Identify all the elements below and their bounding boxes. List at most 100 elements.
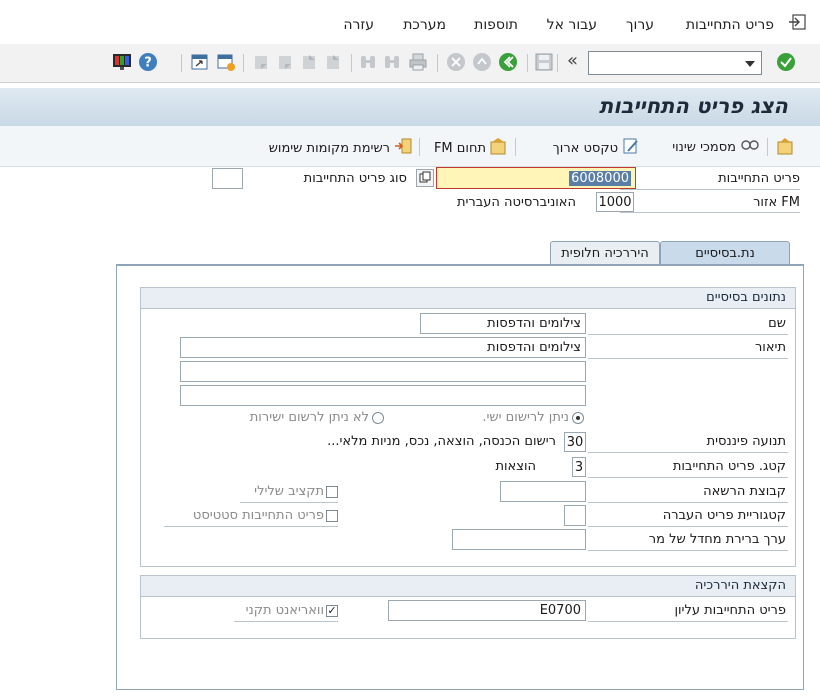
- radio-direct-posting-label: ניתן לרישום ישי.: [482, 410, 569, 425]
- statistical-item-box: [326, 509, 338, 522]
- enter-check-icon[interactable]: [776, 52, 796, 72]
- radio-direct-posting-indicator: [572, 411, 584, 424]
- menu-system[interactable]: מערכת: [403, 17, 446, 33]
- basic-data-group-header: [141, 288, 795, 309]
- description-label: תיאור: [754, 340, 786, 355]
- fm-area-value: 1000: [598, 194, 632, 210]
- commitment-item-type-label: סוג פריט התחייבות: [303, 171, 407, 186]
- tab-basic-data-label: נת.בסיסיים: [695, 246, 755, 261]
- default-value-input[interactable]: [452, 529, 586, 550]
- label-underline: [588, 452, 788, 453]
- menu-edit[interactable]: ערוך: [626, 17, 654, 33]
- save-icon[interactable]: [534, 52, 554, 72]
- page-title: הצג פריט התחייבות: [599, 94, 788, 118]
- name-label: שם: [768, 316, 786, 331]
- default-value-label: ערך ברירת מחדל של מר: [648, 532, 786, 547]
- description-input-line3[interactable]: [180, 385, 586, 406]
- statistical-item-label: פריט התחייבות סטטיסט: [192, 508, 324, 523]
- exit-menu-icon[interactable]: [788, 14, 806, 30]
- change-documents-label: מסמכי שינוי: [672, 139, 736, 155]
- authorization-group-input[interactable]: [500, 481, 586, 502]
- commitment-item-type-input[interactable]: [212, 168, 243, 189]
- last-page-icon[interactable]: [252, 52, 272, 72]
- tab-alt-hierarchy-label: היררכיה חלופית: [561, 246, 649, 261]
- collapse-toolbar-icon[interactable]: «: [567, 50, 578, 71]
- item-category-input[interactable]: 3: [572, 457, 586, 477]
- hierarchy-group-title: הקצאת היררכיה: [694, 578, 786, 593]
- superior-item-input[interactable]: E0700: [388, 600, 586, 621]
- previous-page-icon[interactable]: [300, 52, 320, 72]
- toolbar-separator: [515, 138, 516, 156]
- command-dropdown-icon[interactable]: [744, 58, 756, 68]
- help-icon[interactable]: ?: [138, 52, 158, 72]
- toolbar-separator: [351, 54, 352, 72]
- where-used-list-button[interactable]: רשימת מקומות שימוש: [269, 137, 412, 159]
- fm-area-label: תחום FM: [433, 140, 486, 156]
- superior-item-label: פריט התחייבות עליון: [674, 603, 786, 618]
- next-page-icon[interactable]: [276, 52, 296, 72]
- tab-alternative-hierarchy[interactable]: היררכיה חלופית: [550, 241, 660, 265]
- label-underline: [588, 502, 788, 503]
- menu-extras[interactable]: תוספות: [474, 17, 518, 33]
- long-text-label: טקסט ארוך: [552, 140, 618, 156]
- change-documents-button[interactable]: מסמכי שינוי: [672, 137, 760, 157]
- transfer-category-label: קטגוריית פריט העברה: [662, 508, 786, 523]
- customize-layout-icon[interactable]: [112, 52, 132, 72]
- standard-variant-checkbox[interactable]: ✓ וואריאנט תקני: [246, 603, 338, 618]
- cancel-icon[interactable]: [446, 52, 466, 72]
- exit-icon[interactable]: [472, 52, 492, 72]
- name-input[interactable]: צילומים והדפסות: [420, 313, 586, 334]
- copy-icon[interactable]: [416, 169, 434, 187]
- name-value: צילומים והדפסות: [487, 316, 581, 331]
- shortcut-icon[interactable]: [190, 52, 210, 72]
- fm-area-name: האוניברסיטה העברית: [456, 195, 576, 210]
- find-next-icon[interactable]: [358, 52, 378, 72]
- transfer-category-input[interactable]: [564, 505, 586, 526]
- standard-variant-label: וואריאנט תקני: [245, 603, 324, 618]
- item-category-label: קטג. פריט התחייבות: [672, 459, 786, 474]
- superior-item-value: E0700: [539, 603, 581, 618]
- menu-goto[interactable]: עבור אל: [547, 17, 597, 33]
- authorization-group-label: קבוצת הרשאה: [703, 484, 786, 499]
- description-input-line2[interactable]: [180, 361, 586, 382]
- tab-basic-data[interactable]: נת.בסיסיים: [660, 241, 790, 265]
- command-field[interactable]: [588, 51, 762, 75]
- menu-help[interactable]: עזרה: [343, 17, 374, 33]
- negative-budget-box: [326, 485, 338, 498]
- negative-budget-label: תקציב שלילי: [254, 484, 324, 499]
- commitment-item-input[interactable]: 6008000: [436, 167, 636, 189]
- create-session-icon[interactable]: [216, 52, 236, 72]
- other-item-icon[interactable]: [776, 137, 796, 155]
- long-text-button[interactable]: טקסט ארוך: [553, 137, 640, 159]
- fm-area-input[interactable]: 1000: [596, 192, 634, 212]
- label-underline: [620, 212, 800, 213]
- standard-variant-box: ✓: [326, 603, 338, 617]
- label-underline: [588, 526, 788, 527]
- label-underline: [588, 358, 788, 359]
- back-icon[interactable]: [498, 52, 518, 72]
- fm-area-button[interactable]: תחום FM: [434, 137, 508, 159]
- basic-data-group-title: נתונים בסיסיים: [706, 290, 786, 305]
- radio-direct-posting[interactable]: ניתן לרישום ישי.: [482, 410, 584, 425]
- first-page-icon[interactable]: [324, 52, 344, 72]
- statistical-item-checkbox[interactable]: פריט התחייבות סטטיסט: [193, 508, 338, 523]
- toolbar-separator: [527, 54, 528, 72]
- negative-budget-checkbox[interactable]: תקציב שלילי: [254, 484, 338, 499]
- menu-commitment-item[interactable]: פריט התחייבות: [686, 17, 774, 33]
- toolbar-separator: [437, 54, 438, 72]
- radio-no-direct-posting[interactable]: לא ניתן לרשום ישירות: [250, 410, 384, 425]
- fm-area-icon: [490, 137, 508, 159]
- print-icon[interactable]: [408, 52, 428, 72]
- description-input-line1[interactable]: צילומים והדפסות: [180, 337, 586, 358]
- radio-no-direct-posting-label: לא ניתן לרשום ישירות: [249, 410, 369, 425]
- label-underline: [588, 550, 788, 551]
- label-underline: [240, 502, 338, 503]
- label-underline: [620, 189, 800, 190]
- toolbar-separator: [419, 138, 420, 156]
- financial-transaction-input[interactable]: 30: [564, 432, 586, 452]
- toolbar-separator: [243, 54, 244, 72]
- label-underline: [234, 621, 338, 622]
- find-icon[interactable]: [382, 52, 402, 72]
- long-text-icon: [622, 137, 640, 159]
- label-underline: [588, 621, 788, 622]
